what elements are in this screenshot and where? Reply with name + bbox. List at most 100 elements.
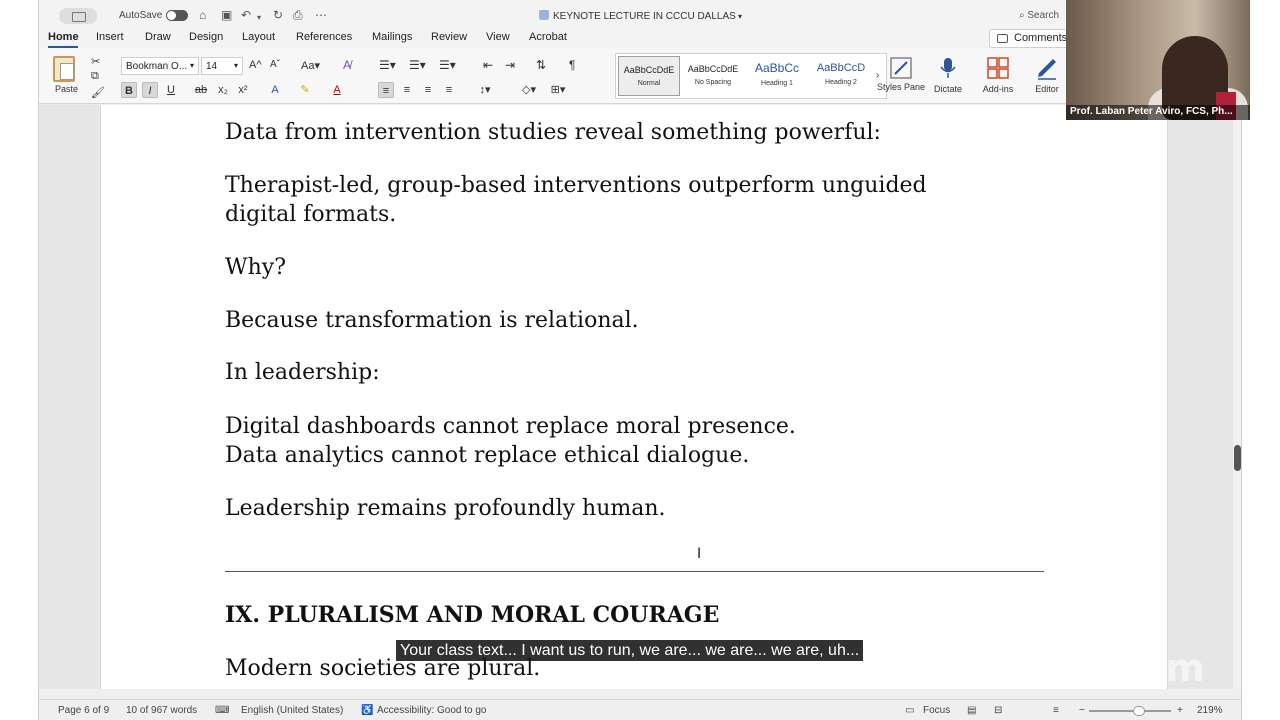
autosave-toggle[interactable]	[166, 10, 188, 21]
font-color-icon[interactable]: A	[329, 82, 345, 98]
web-layout-icon[interactable]: ⊟	[994, 705, 1002, 716]
style-preview: AaBbCcD	[816, 62, 866, 74]
numbering-icon[interactable]: ☰▾	[409, 58, 426, 72]
subscript-button[interactable]: x₂	[215, 82, 231, 98]
align-left-button[interactable]: ≡	[378, 82, 394, 98]
proofing-icon[interactable]: ⌨	[215, 705, 229, 716]
shading-icon[interactable]: ◇▾	[517, 82, 541, 98]
add-ins-icon[interactable]	[986, 56, 1010, 80]
accessibility-icon[interactable]: ♿	[361, 705, 373, 716]
text-effects-icon[interactable]: A	[267, 82, 283, 98]
show-formatting-icon[interactable]: ¶	[569, 58, 575, 72]
scrollbar-thumb[interactable]	[1234, 445, 1241, 471]
sort-icon[interactable]: ⇅	[536, 58, 546, 72]
bold-button[interactable]: B	[121, 82, 137, 98]
tab-draw[interactable]: Draw	[145, 31, 171, 43]
print-icon[interactable]: ⎙	[293, 8, 303, 22]
borders-icon[interactable]: ⊞▾	[546, 82, 570, 98]
chevron-right-icon[interactable]: ›	[876, 70, 879, 81]
home-icon[interactable]: ⌂	[199, 8, 206, 22]
format-painter-icon[interactable]: 🖌	[91, 86, 105, 99]
tab-references[interactable]: References	[296, 31, 352, 43]
page-count[interactable]: Page 6 of 9	[58, 705, 109, 716]
grow-font-icon[interactable]: A^	[249, 59, 262, 71]
chevron-down-icon: ▾	[735, 12, 743, 21]
search-input[interactable]: ⌕ Search	[1019, 10, 1059, 21]
document-page[interactable]: Data from intervention studies reveal so…	[100, 105, 1168, 689]
document-icon	[539, 10, 549, 20]
paragraph: Therapist-led, group-based interventions…	[225, 173, 927, 198]
bullets-icon[interactable]: ☰▾	[379, 58, 396, 72]
tab-acrobat[interactable]: Acrobat	[529, 31, 567, 43]
style-heading-2[interactable]: AaBbCcD Heading 2	[810, 56, 872, 96]
styles-pane-icon[interactable]	[889, 56, 913, 80]
decrease-indent-icon[interactable]: ⇤	[483, 58, 493, 72]
editor-label: Editor	[1035, 84, 1059, 94]
participant-name: Prof. Laban Peter Aviro, FCS, Ph...	[1066, 105, 1250, 120]
paste-icon[interactable]	[53, 56, 75, 82]
highlight-icon[interactable]: ✎	[297, 82, 313, 98]
focus-icon[interactable]: ▭	[905, 705, 914, 716]
tab-insert[interactable]: Insert	[96, 31, 124, 43]
style-heading-1[interactable]: AaBbCc Heading 1	[746, 56, 808, 96]
language-indicator[interactable]: English (United States)	[241, 705, 343, 716]
shrink-font-icon[interactable]: Aˇ	[270, 59, 280, 70]
autosave-label: AutoSave	[119, 10, 163, 21]
underline-button[interactable]: U	[163, 82, 179, 98]
tab-home[interactable]: Home	[48, 31, 79, 43]
tab-view[interactable]: View	[486, 31, 510, 43]
zoom-logo: zoom	[1094, 646, 1205, 690]
tab-layout[interactable]: Layout	[242, 31, 275, 43]
add-ins-label: Add-ins	[982, 84, 1014, 94]
line-spacing-icon[interactable]: ↕▾	[473, 82, 497, 98]
italic-button[interactable]: I	[142, 82, 158, 98]
comments-button[interactable]: Comments	[989, 29, 1073, 48]
copy-icon[interactable]: ⧉	[91, 70, 99, 83]
multilevel-list-icon[interactable]: ☰▾	[439, 58, 456, 72]
superscript-button[interactable]: x²	[235, 82, 251, 98]
undo-dropdown-icon[interactable]: ▾	[257, 11, 261, 25]
horizontal-rule	[225, 571, 1044, 572]
accessibility-status[interactable]: Accessibility: Good to go	[377, 705, 487, 716]
styles-pane-label: Styles Pane	[876, 82, 926, 92]
editor-icon[interactable]	[1035, 56, 1059, 80]
redo-icon[interactable]: ↻	[273, 8, 283, 22]
justify-button[interactable]: ≡	[441, 82, 457, 98]
undo-icon[interactable]: ↶	[241, 8, 251, 22]
focus-label[interactable]: Focus	[923, 705, 950, 716]
save-icon[interactable]: ▣	[221, 8, 232, 22]
sidebar-toggle-button[interactable]	[59, 8, 97, 24]
style-normal[interactable]: AaBbCcDdE Normal	[618, 56, 680, 96]
style-no-spacing[interactable]: AaBbCcDdE No Spacing	[682, 56, 744, 96]
font-name-select[interactable]: Bookman O... ▾	[121, 57, 199, 75]
dictate-label: Dictate	[933, 84, 962, 94]
comment-icon	[997, 34, 1008, 43]
strikethrough-button[interactable]: ab	[193, 82, 209, 98]
zoom-slider-track[interactable]	[1089, 710, 1171, 712]
print-layout-icon[interactable]: ▤	[967, 705, 976, 716]
microphone-icon[interactable]	[936, 56, 960, 80]
align-right-button[interactable]: ≡	[420, 82, 436, 98]
zoom-in-icon[interactable]: +	[1177, 705, 1183, 716]
change-case-icon[interactable]: Aa▾	[301, 59, 320, 72]
cut-icon[interactable]: ✂	[91, 55, 100, 68]
increase-indent-icon[interactable]: ⇥	[505, 58, 515, 72]
tab-mailings[interactable]: Mailings	[372, 31, 412, 43]
font-size-select[interactable]: 14 ▾	[201, 57, 243, 75]
participant-video: Prof. Laban Peter Aviro, FCS, Ph...	[1066, 0, 1250, 120]
align-center-button[interactable]: ≡	[399, 82, 415, 98]
clear-formatting-icon[interactable]: A̸	[343, 58, 351, 72]
outline-view-icon[interactable]: ≡	[1053, 705, 1059, 716]
paragraph: Because transformation is relational.	[225, 308, 639, 333]
zoom-level[interactable]: 219%	[1197, 705, 1223, 716]
tab-design[interactable]: Design	[189, 31, 223, 43]
document-title[interactable]: KEYNOTE LECTURE IN CCCU DALLAS ▾	[539, 10, 742, 22]
vertical-scrollbar[interactable]	[1233, 105, 1241, 689]
more-icon[interactable]: ⋯	[315, 8, 327, 22]
word-count[interactable]: 10 of 967 words	[126, 705, 197, 716]
zoom-slider-knob[interactable]	[1133, 706, 1145, 716]
zoom-out-icon[interactable]: −	[1079, 705, 1085, 716]
title-bar: AutoSave ⌂ ▣ ↶ ▾ ↻ ⎙ ⋯ KEYNOTE LECTURE I…	[39, 0, 1241, 28]
tab-review[interactable]: Review	[431, 31, 467, 43]
paragraph: Leadership remains profoundly human.	[225, 496, 666, 521]
